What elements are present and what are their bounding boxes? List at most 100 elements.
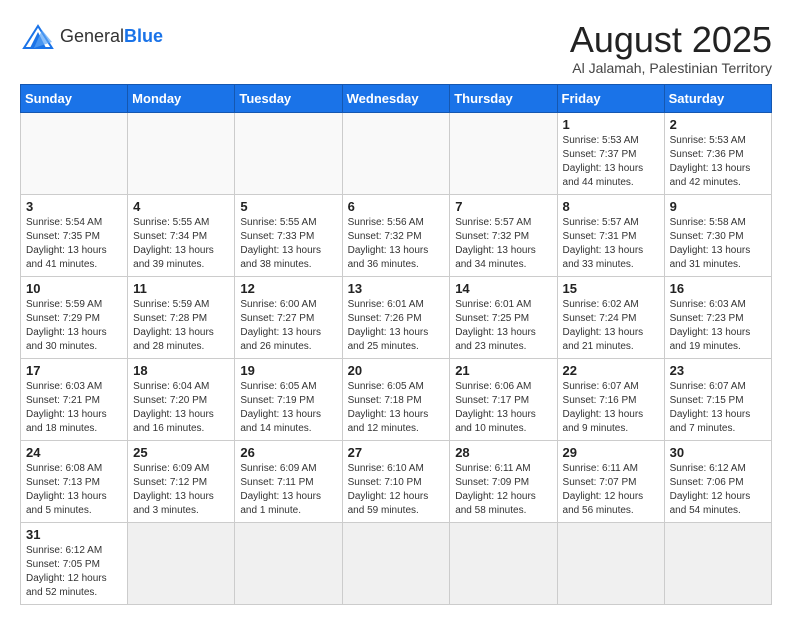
day-info: Sunrise: 6:02 AM Sunset: 7:24 PM Dayligh… [563, 298, 659, 354]
day-cell: 6 Sunrise: 5:56 AM Sunset: 7:32 PM Daylig… [342, 194, 450, 276]
day-info: Sunrise: 5:55 AM Sunset: 7:33 PM Dayligh… [240, 216, 336, 272]
title-area: August 2025 Al Jalamah, Palestinian Terr… [570, 20, 772, 76]
day-info: Sunrise: 6:01 AM Sunset: 7:26 PM Dayligh… [348, 298, 445, 354]
week-row-3: 17 Sunrise: 6:03 AM Sunset: 7:21 PM Dayli… [21, 358, 772, 440]
day-cell [128, 522, 235, 604]
day-cell: 19 Sunrise: 6:05 AM Sunset: 7:19 PM Dayli… [235, 358, 342, 440]
day-header-tuesday: Tuesday [235, 84, 342, 112]
day-number: 11 [133, 281, 229, 296]
day-info: Sunrise: 6:01 AM Sunset: 7:25 PM Dayligh… [455, 298, 551, 354]
day-info: Sunrise: 6:11 AM Sunset: 7:07 PM Dayligh… [563, 462, 659, 518]
day-number: 7 [455, 199, 551, 214]
month-title: August 2025 [570, 20, 772, 60]
day-number: 24 [26, 445, 122, 460]
day-cell: 3 Sunrise: 5:54 AM Sunset: 7:35 PM Daylig… [21, 194, 128, 276]
day-info: Sunrise: 5:54 AM Sunset: 7:35 PM Dayligh… [26, 216, 122, 272]
day-info: Sunrise: 6:10 AM Sunset: 7:10 PM Dayligh… [348, 462, 445, 518]
day-header-saturday: Saturday [664, 84, 771, 112]
day-cell: 10 Sunrise: 5:59 AM Sunset: 7:29 PM Dayli… [21, 276, 128, 358]
day-cell: 20Sunrise: 6:05 AM Sunset: 7:18 PM Dayli… [342, 358, 450, 440]
day-info: Sunrise: 5:53 AM Sunset: 7:37 PM Dayligh… [563, 134, 659, 190]
day-number: 23 [670, 363, 766, 378]
day-info: Sunrise: 6:11 AM Sunset: 7:09 PM Dayligh… [455, 462, 551, 518]
day-number: 26 [240, 445, 336, 460]
day-number: 30 [670, 445, 766, 460]
day-cell [128, 112, 235, 194]
day-info: Sunrise: 5:57 AM Sunset: 7:31 PM Dayligh… [563, 216, 659, 272]
day-number: 29 [563, 445, 659, 460]
day-number: 21 [455, 363, 551, 378]
day-cell [342, 522, 450, 604]
day-number: 9 [670, 199, 766, 214]
day-cell: 14Sunrise: 6:01 AM Sunset: 7:25 PM Dayli… [450, 276, 557, 358]
week-row-5: 31Sunrise: 6:12 AM Sunset: 7:05 PM Dayli… [21, 522, 772, 604]
day-info: Sunrise: 6:03 AM Sunset: 7:21 PM Dayligh… [26, 380, 122, 436]
day-info: Sunrise: 5:56 AM Sunset: 7:32 PM Dayligh… [348, 216, 445, 272]
day-cell: 24 Sunrise: 6:08 AM Sunset: 7:13 PM Dayli… [21, 440, 128, 522]
day-info: Sunrise: 5:59 AM Sunset: 7:28 PM Dayligh… [133, 298, 229, 354]
day-cell: 26Sunrise: 6:09 AM Sunset: 7:11 PM Dayli… [235, 440, 342, 522]
day-number: 17 [26, 363, 122, 378]
day-cell: 25 Sunrise: 6:09 AM Sunset: 7:12 PM Dayli… [128, 440, 235, 522]
day-cell: 21Sunrise: 6:06 AM Sunset: 7:17 PM Dayli… [450, 358, 557, 440]
day-info: Sunrise: 6:09 AM Sunset: 7:12 PM Dayligh… [133, 462, 229, 518]
day-number: 3 [26, 199, 122, 214]
day-cell: 29 Sunrise: 6:11 AM Sunset: 7:07 PM Dayli… [557, 440, 664, 522]
day-info: Sunrise: 6:12 AM Sunset: 7:06 PM Dayligh… [670, 462, 766, 518]
day-number: 18 [133, 363, 229, 378]
day-number: 31 [26, 527, 122, 542]
day-cell: 30 Sunrise: 6:12 AM Sunset: 7:06 PM Dayli… [664, 440, 771, 522]
day-cell: 23 Sunrise: 6:07 AM Sunset: 7:15 PM Dayli… [664, 358, 771, 440]
day-cell: 5Sunrise: 5:55 AM Sunset: 7:33 PM Daylig… [235, 194, 342, 276]
location-subtitle: Al Jalamah, Palestinian Territory [570, 60, 772, 76]
day-cell [21, 112, 128, 194]
day-header-monday: Monday [128, 84, 235, 112]
day-cell [557, 522, 664, 604]
logo: GeneralBlue [20, 20, 163, 52]
day-cell [235, 522, 342, 604]
week-row-0: 1 Sunrise: 5:53 AM Sunset: 7:37 PM Daylig… [21, 112, 772, 194]
day-info: Sunrise: 5:55 AM Sunset: 7:34 PM Dayligh… [133, 216, 229, 272]
day-cell: 15 Sunrise: 6:02 AM Sunset: 7:24 PM Dayli… [557, 276, 664, 358]
day-number: 15 [563, 281, 659, 296]
day-cell: 17 Sunrise: 6:03 AM Sunset: 7:21 PM Dayli… [21, 358, 128, 440]
day-cell [664, 522, 771, 604]
logo-icon [20, 20, 56, 52]
day-cell: 8 Sunrise: 5:57 AM Sunset: 7:31 PM Daylig… [557, 194, 664, 276]
day-cell [342, 112, 450, 194]
day-info: Sunrise: 6:07 AM Sunset: 7:15 PM Dayligh… [670, 380, 766, 436]
day-cell: 1 Sunrise: 5:53 AM Sunset: 7:37 PM Daylig… [557, 112, 664, 194]
day-info: Sunrise: 6:08 AM Sunset: 7:13 PM Dayligh… [26, 462, 122, 518]
day-number: 25 [133, 445, 229, 460]
day-number: 1 [563, 117, 659, 132]
day-cell: 2Sunrise: 5:53 AM Sunset: 7:36 PM Daylig… [664, 112, 771, 194]
day-number: 16 [670, 281, 766, 296]
day-info: Sunrise: 5:59 AM Sunset: 7:29 PM Dayligh… [26, 298, 122, 354]
day-number: 12 [240, 281, 336, 296]
day-number: 22 [563, 363, 659, 378]
day-cell: 31Sunrise: 6:12 AM Sunset: 7:05 PM Dayli… [21, 522, 128, 604]
header: GeneralBlue August 2025 Al Jalamah, Pale… [20, 20, 772, 76]
calendar-table: SundayMondayTuesdayWednesdayThursdayFrid… [20, 84, 772, 605]
day-cell: 28 Sunrise: 6:11 AM Sunset: 7:09 PM Dayli… [450, 440, 557, 522]
day-number: 19 [240, 363, 336, 378]
day-header-sunday: Sunday [21, 84, 128, 112]
day-number: 28 [455, 445, 551, 460]
day-info: Sunrise: 6:03 AM Sunset: 7:23 PM Dayligh… [670, 298, 766, 354]
day-cell: 18Sunrise: 6:04 AM Sunset: 7:20 PM Dayli… [128, 358, 235, 440]
week-row-4: 24 Sunrise: 6:08 AM Sunset: 7:13 PM Dayli… [21, 440, 772, 522]
day-info: Sunrise: 5:53 AM Sunset: 7:36 PM Dayligh… [670, 134, 766, 190]
day-cell [450, 522, 557, 604]
day-number: 8 [563, 199, 659, 214]
day-cell: 9 Sunrise: 5:58 AM Sunset: 7:30 PM Daylig… [664, 194, 771, 276]
day-info: Sunrise: 5:58 AM Sunset: 7:30 PM Dayligh… [670, 216, 766, 272]
day-cell: 13 Sunrise: 6:01 AM Sunset: 7:26 PM Dayli… [342, 276, 450, 358]
day-number: 13 [348, 281, 445, 296]
day-cell [235, 112, 342, 194]
day-info: Sunrise: 6:00 AM Sunset: 7:27 PM Dayligh… [240, 298, 336, 354]
day-info: Sunrise: 6:05 AM Sunset: 7:19 PM Dayligh… [240, 380, 336, 436]
day-info: Sunrise: 5:57 AM Sunset: 7:32 PM Dayligh… [455, 216, 551, 272]
week-row-2: 10 Sunrise: 5:59 AM Sunset: 7:29 PM Dayli… [21, 276, 772, 358]
day-number: 6 [348, 199, 445, 214]
day-number: 10 [26, 281, 122, 296]
